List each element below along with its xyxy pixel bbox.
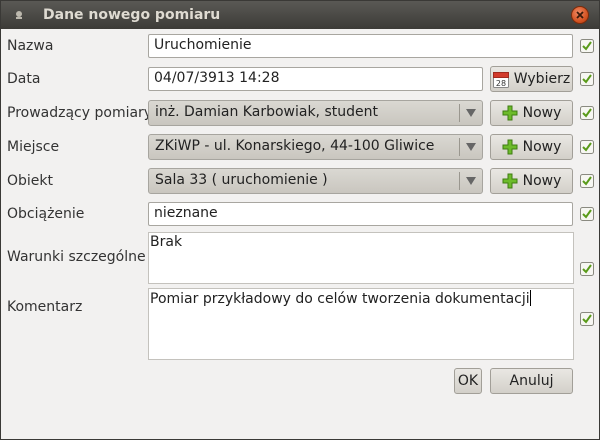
label-warunki: Warunki szczególne [7, 249, 146, 265]
check-icon [580, 207, 594, 221]
nowy-prowadzacy-button[interactable]: Nowy [490, 100, 573, 126]
label-data: Data [7, 71, 41, 87]
chevron-down-icon [466, 143, 476, 151]
wybierz-label: Wybierz [513, 71, 571, 87]
check-icon [580, 72, 594, 86]
plus-icon [502, 105, 518, 121]
combo-separator [459, 104, 460, 122]
check-icon [580, 106, 594, 120]
chevron-down-icon [466, 109, 476, 117]
miejsce-value: ZKiWP - ul. Konarskiego, 44-100 Gliwice [155, 138, 435, 154]
obiekt-value: Sala 33 ( uruchomienie ) [155, 172, 328, 188]
komentarz-value: Pomiar przykładowy do celów tworzenia do… [150, 291, 530, 307]
chevron-down-icon [466, 177, 476, 185]
calendar-icon: 28 [492, 71, 509, 88]
miejsce-combo[interactable]: ZKiWP - ul. Konarskiego, 44-100 Gliwice [148, 134, 483, 160]
anuluj-label: Anuluj [509, 373, 554, 389]
titlebar: Dane nowego pomiaru [1, 1, 599, 29]
komentarz-textarea[interactable]: Pomiar przykładowy do celów tworzenia do… [148, 288, 574, 360]
obciazenie-input[interactable]: nieznane [148, 202, 573, 226]
check-icon [580, 312, 594, 326]
ok-button[interactable]: OK [454, 368, 482, 394]
label-obciazenie: Obciążenie [7, 206, 85, 222]
combo-separator [459, 138, 460, 156]
check-icon [580, 39, 594, 53]
plus-icon [502, 139, 518, 155]
plus-icon [502, 173, 518, 189]
wybierz-button[interactable]: 28 Wybierz [490, 66, 573, 92]
check-icon [580, 140, 594, 154]
app-icon [16, 11, 22, 19]
calendar-day: 28 [496, 79, 506, 88]
text-cursor [529, 290, 531, 306]
nowy-label: Nowy [522, 139, 562, 155]
combo-separator [459, 172, 460, 190]
window-title: Dane nowego pomiaru [43, 7, 221, 23]
anuluj-button[interactable]: Anuluj [490, 368, 573, 394]
ok-label: OK [457, 373, 479, 389]
label-miejsce: Miejsce [7, 139, 60, 155]
label-prowadzacy: Prowadzący pomiary [7, 105, 153, 121]
warunki-textarea[interactable]: Brak [148, 232, 574, 284]
label-obiekt: Obiekt [7, 173, 54, 189]
label-nazwa: Nazwa [7, 38, 54, 54]
prowadzacy-value: inż. Damian Karbowiak, student [155, 104, 378, 120]
check-icon [580, 262, 594, 276]
close-button[interactable] [571, 6, 589, 24]
nowy-miejsce-button[interactable]: Nowy [490, 134, 573, 160]
data-input[interactable]: 04/07/3913 14:28 [148, 67, 483, 91]
nowy-label: Nowy [522, 105, 562, 121]
close-icon [576, 11, 584, 19]
dialog-window: Dane nowego pomiaru Nazwa Uruchomienie D… [0, 0, 600, 440]
nazwa-input[interactable]: Uruchomienie [148, 34, 573, 58]
label-komentarz: Komentarz [7, 299, 83, 315]
nowy-obiekt-button[interactable]: Nowy [490, 168, 573, 194]
obiekt-combo[interactable]: Sala 33 ( uruchomienie ) [148, 168, 483, 194]
check-icon [580, 174, 594, 188]
nowy-label: Nowy [522, 173, 562, 189]
prowadzacy-combo[interactable]: inż. Damian Karbowiak, student [148, 100, 483, 126]
